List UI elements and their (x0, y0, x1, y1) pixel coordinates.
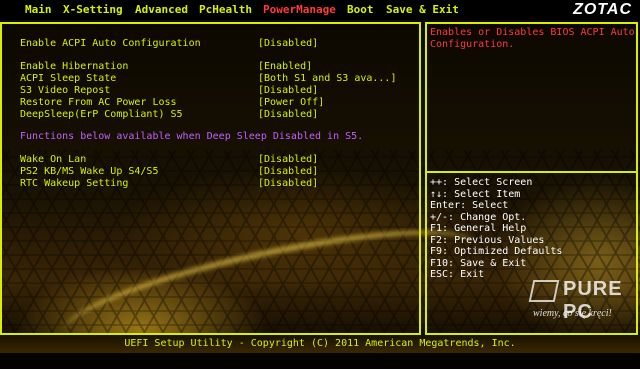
setting-value[interactable]: [Disabled] (258, 109, 318, 120)
key-help-item: ↑↓: Select Item (430, 188, 521, 200)
tab-save-exit[interactable]: Save & Exit (386, 3, 459, 16)
key-help-list: ++: Select Screen ↑↓: Select Item Enter:… (430, 177, 562, 281)
top-menu-bar: Main X-Setting Advanced PcHealth PowerMa… (0, 0, 640, 20)
setting-label: Restore From AC Power Loss (20, 97, 177, 108)
setting-value[interactable]: [Disabled] (258, 38, 318, 49)
watermark-slogan: wiemy, co się kręci! (533, 308, 612, 319)
zotac-logo: ZOTAC (573, 1, 632, 18)
key-help-item: F1: General Help (430, 223, 527, 234)
key-help-item: +/-: Change Opt. (430, 211, 527, 223)
setting-value[interactable]: [Disabled] (258, 154, 318, 165)
setting-label: Wake On Lan (20, 154, 87, 165)
key-help-item: F9: Optimized Defaults (430, 246, 563, 257)
setting-value[interactable]: [Enabled] (258, 61, 312, 72)
key-help-item: F10: Save & Exit (430, 257, 527, 269)
tab-powermanage[interactable]: PowerManage (263, 3, 336, 16)
footer-copyright: UEFI Setup Utility - Copyright (C) 2011 … (0, 335, 640, 353)
tab-advanced[interactable]: Advanced (135, 3, 188, 16)
setting-value[interactable]: [Disabled] (258, 85, 318, 96)
setting-value[interactable]: [Disabled] (258, 166, 318, 177)
help-description: Enables or Disables BIOS ACPI Auto Confi… (430, 27, 635, 50)
setting-label: PS2 KB/MS Wake Up S4/S5 (20, 166, 159, 177)
setting-label: S3 Video Repost (20, 85, 111, 96)
tab-pchealth[interactable]: PcHealth (199, 3, 252, 16)
tab-main[interactable]: Main (25, 3, 52, 16)
setting-label: Enable Hibernation (20, 61, 129, 72)
purepc-logo-icon (528, 280, 560, 302)
setting-label: RTC Wakeup Setting (20, 178, 129, 189)
tab-x-setting[interactable]: X-Setting (63, 3, 123, 16)
setting-value[interactable]: [Disabled] (258, 178, 318, 189)
tab-boot[interactable]: Boot (347, 3, 374, 16)
purepc-watermark: PURE PC wiemy, co się kręci! (523, 276, 633, 328)
setting-value[interactable]: [Power Off] (258, 97, 324, 108)
deep-sleep-note: Functions below available when Deep Slee… (20, 131, 364, 142)
key-help-item: F2: Previous Values (430, 234, 545, 246)
setting-label: DeepSleep(ErP Compliant) S5 (20, 109, 183, 120)
setting-value[interactable]: [Both S1 and S3 ava...] (258, 73, 396, 84)
key-help-item: Enter: Select (430, 200, 509, 211)
help-divider (425, 171, 638, 173)
key-help-item: ++: Select Screen (430, 177, 533, 188)
setting-label: ACPI Sleep State (20, 73, 117, 84)
setting-label: Enable ACPI Auto Configuration (20, 38, 201, 49)
